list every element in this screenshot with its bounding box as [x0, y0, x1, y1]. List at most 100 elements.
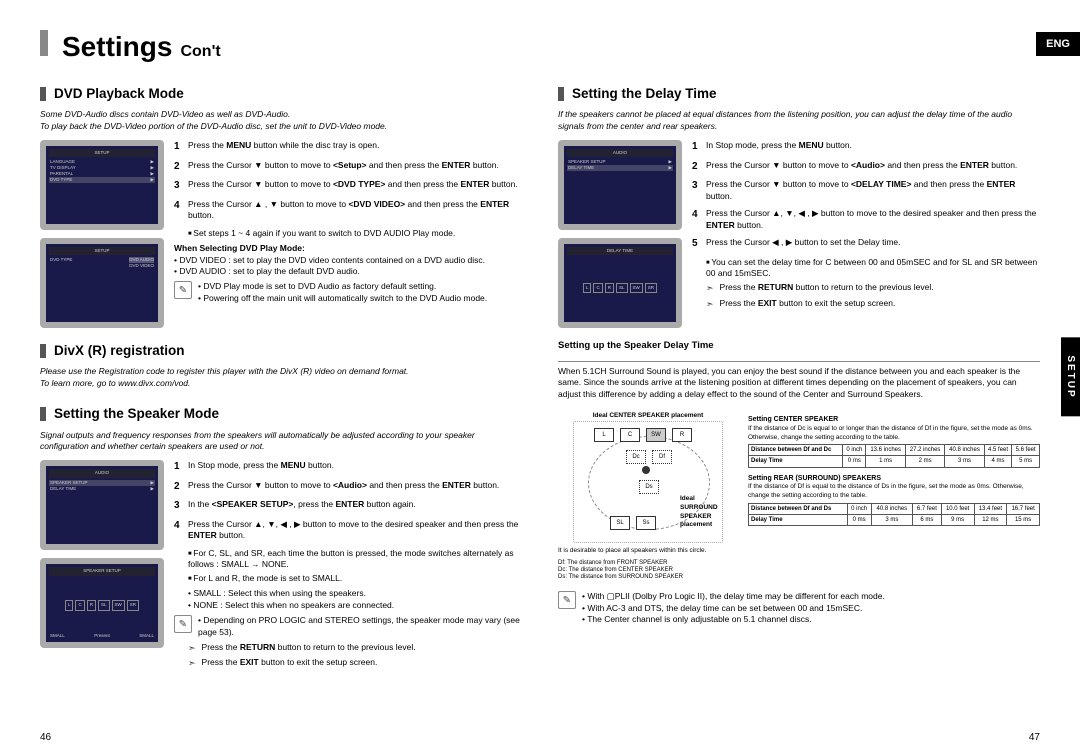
step-text: Press the Cursor ▼ button to move to <DE…	[706, 179, 1040, 202]
text-line: DVD Play mode is set to DVD Audio as fac…	[198, 281, 522, 292]
dvd-steps: 1Press the MENU button while the disc tr…	[174, 140, 522, 221]
delay-sub-note: You can set the delay time for C between…	[706, 257, 1040, 280]
text-line: With ▢PLII (Dolby Pro Logic II), the del…	[582, 591, 1040, 602]
text-line: Df: The distance from FRONT SPEAKER	[558, 560, 738, 567]
when-selecting-lines: • DVD VIDEO : set to play the DVD video …	[174, 255, 522, 278]
center-table-title: Setting CENTER SPEAKER	[748, 415, 1040, 424]
step-text: Press the Cursor ▲, ▼, ◀ , ▶ button to m…	[706, 208, 1040, 231]
osd-setup-menu: SETUP LANGUAGE▶ TV DISPLAY▶ PARENTAL▶ DV…	[40, 140, 164, 230]
step-number: 4	[174, 199, 188, 222]
osd-delay-time: DELAY TIME L C R SL SW SR	[558, 238, 682, 328]
rear-table-title: Setting REAR (SURROUND) SPEAKERS	[748, 474, 1040, 483]
page-number-right: 47	[1029, 732, 1040, 743]
rear-speaker-table: Distance between Df and Ds0 inch40.8 inc…	[748, 503, 1040, 526]
step-text: Press the Cursor ▲ , ▼ button to move to…	[188, 199, 522, 222]
note-speaker-mode: Signal outputs and frequency responses f…	[40, 430, 522, 453]
step-number: 4	[692, 208, 706, 231]
speaker-diagram-wrap: Ideal CENTER SPEAKER placement L C SW R …	[558, 412, 738, 581]
dvd-sub-note: Set steps 1 ~ 4 again if you want to swi…	[188, 228, 522, 239]
speaker-sub-b: For L and R, the mode is set to SMALL.	[188, 573, 522, 584]
delay-tip-lines: With ▢PLII (Dolby Pro Logic II), the del…	[582, 591, 1040, 625]
delay-time-block: AUDIO SPEAKER SETUP▶ DELAY TIME▶ DELAY T…	[558, 140, 1040, 328]
step-item: 3Press the Cursor ▼ button to move to <D…	[174, 179, 522, 193]
step-item: 1Press the MENU button while the disc tr…	[174, 140, 522, 154]
speaker-defs: • SMALL : Select this when using the spe…	[188, 588, 522, 611]
delay-steps-wrap: 1In Stop mode, press the MENU button.2Pr…	[692, 140, 1040, 328]
note-icon: ✎	[558, 591, 576, 609]
text-line: • NONE : Select this when no speakers ar…	[188, 600, 522, 611]
text-line: • DVD VIDEO : set to play the DVD video …	[174, 255, 522, 266]
center-speaker-table: Distance between Df and Dc0 inch13.6 inc…	[748, 444, 1040, 467]
step-number: 2	[692, 160, 706, 174]
text-line: Dc: The distance from CENTER SPEAKER	[558, 567, 738, 574]
step-item: 2Press the Cursor ▼ button to move to <S…	[174, 160, 522, 174]
dvd-tip-lines: DVD Play mode is set to DVD Audio as fac…	[198, 281, 522, 304]
circle-note: It is desirable to place all speakers wi…	[558, 547, 738, 556]
step-item: 2Press the Cursor ▼ button to move to <A…	[692, 160, 1040, 174]
lang-badge: ENG	[1036, 32, 1080, 56]
step-item: 4Press the Cursor ▲, ▼, ◀ , ▶ button to …	[692, 208, 1040, 231]
rear-table-note: If the distance of Df is equal to the di…	[748, 483, 1040, 501]
step-number: 1	[174, 140, 188, 154]
exit-line: Press the EXIT button to exit the setup …	[188, 657, 522, 669]
step-text: In Stop mode, press the MENU button.	[188, 460, 522, 474]
diagram-legend: Df: The distance from FRONT SPEAKERDc: T…	[558, 560, 738, 582]
step-number: 3	[692, 179, 706, 202]
speaker-tip-line: Depending on PRO LOGIC and STEREO settin…	[198, 615, 522, 638]
step-text: Press the Cursor ▼ button to move to <Se…	[188, 160, 522, 174]
side-tab-setup: SETUP	[1061, 337, 1080, 416]
dvd-playback-block: SETUP LANGUAGE▶ TV DISPLAY▶ PARENTAL▶ DV…	[40, 140, 522, 328]
delay-steps: 1In Stop mode, press the MENU button.2Pr…	[692, 140, 1040, 250]
speaker-diagram: L C SW R Dc Df Ds SL Ss Ideal SURROUND S…	[573, 421, 723, 543]
speaker-mode-block: AUDIO SPEAKER SETUP▶ DELAY TIME▶ SPEAKER…	[40, 460, 522, 672]
speaker-delay-details: Ideal CENTER SPEAKER placement L C SW R …	[558, 412, 1040, 581]
step-item: 3In the <SPEAKER SETUP>, press the ENTER…	[174, 499, 522, 513]
two-column-layout: DVD Playback Mode Some DVD-Audio discs c…	[40, 77, 1040, 733]
step-item: 1In Stop mode, press the MENU button.	[692, 140, 1040, 154]
heading-speaker-mode: Setting the Speaker Mode	[40, 405, 522, 423]
text-line: The Center channel is only adjustable on…	[582, 614, 1040, 625]
exit-line: Press the EXIT button to exit the setup …	[706, 298, 1040, 310]
dvd-steps-wrap: 1Press the MENU button while the disc tr…	[174, 140, 522, 328]
text-line: Powering off the main unit will automati…	[198, 293, 522, 304]
dvd-sub-note-text: Set steps 1 ~ 4 again if you want to swi…	[188, 228, 522, 239]
center-placement-label: Ideal CENTER SPEAKER placement	[558, 412, 738, 421]
delay-tip: ✎ With ▢PLII (Dolby Pro Logic II), the d…	[558, 591, 1040, 625]
return-line: Press the RETURN button to return to the…	[188, 642, 522, 654]
heading-delay-time: Setting the Delay Time	[558, 85, 1040, 103]
surround-placement-label: Ideal SURROUND SPEAKER placement	[680, 495, 724, 530]
step-item: 4Press the Cursor ▲, ▼, ◀ , ▶ button to …	[174, 519, 522, 542]
speaker-screens: AUDIO SPEAKER SETUP▶ DELAY TIME▶ SPEAKER…	[40, 460, 174, 672]
speaker-tip: ✎ Depending on PRO LOGIC and STEREO sett…	[174, 615, 522, 638]
step-text: In the <SPEAKER SETUP>, press the ENTER …	[188, 499, 522, 513]
when-selecting-title: When Selecting DVD Play Mode:	[174, 243, 522, 254]
delay-tables: Setting CENTER SPEAKER If the distance o…	[748, 412, 1040, 581]
step-text: In Stop mode, press the MENU button.	[706, 140, 1040, 154]
speaker-tip-text: Depending on PRO LOGIC and STEREO settin…	[198, 615, 522, 638]
note-icon: ✎	[174, 615, 192, 633]
note-icon: ✎	[174, 281, 192, 299]
speaker-sub-a: For C, SL, and SR, each time the button …	[188, 548, 522, 571]
page-number-left: 46	[40, 732, 51, 743]
step-number: 2	[174, 160, 188, 174]
left-page: DVD Playback Mode Some DVD-Audio discs c…	[40, 77, 522, 733]
step-text: Press the Cursor ▼ button to move to <DV…	[188, 179, 522, 193]
speaker-steps-wrap: 1In Stop mode, press the MENU button. 2Pr…	[174, 460, 522, 672]
step-number: 1	[174, 460, 188, 474]
step-text: Press the Cursor ▼ button to move to <Au…	[706, 160, 1040, 174]
delay-sub-text: You can set the delay time for C between…	[706, 257, 1040, 280]
step-number: 4	[174, 519, 188, 542]
step-number: 5	[692, 237, 706, 251]
step-item: 2Press the Cursor ▼ button to move to <A…	[174, 480, 522, 494]
step-text: Press the MENU button while the disc tra…	[188, 140, 522, 154]
dvd-screens: SETUP LANGUAGE▶ TV DISPLAY▶ PARENTAL▶ DV…	[40, 140, 174, 328]
osd-speaker-setup: SPEAKER SETUP L C R SL SW SR SMALLPresen…	[40, 558, 164, 648]
heading-speaker-delay-setup: Setting up the Speaker Delay Time	[558, 340, 1040, 353]
step-text: Press the Cursor ◀ , ▶ button to set the…	[706, 237, 1040, 251]
return-line: Press the RETURN button to return to the…	[706, 282, 1040, 294]
osd-dvd-type: SETUP DVD TYPEDVD AUDIO DVD VIDEO	[40, 238, 164, 328]
page-title-sub: Con't	[180, 43, 220, 61]
note-delay-time: If the speakers cannot be placed at equa…	[558, 109, 1040, 132]
step-item: 4Press the Cursor ▲ , ▼ button to move t…	[174, 199, 522, 222]
heading-dvd-playback: DVD Playback Mode	[40, 85, 522, 103]
